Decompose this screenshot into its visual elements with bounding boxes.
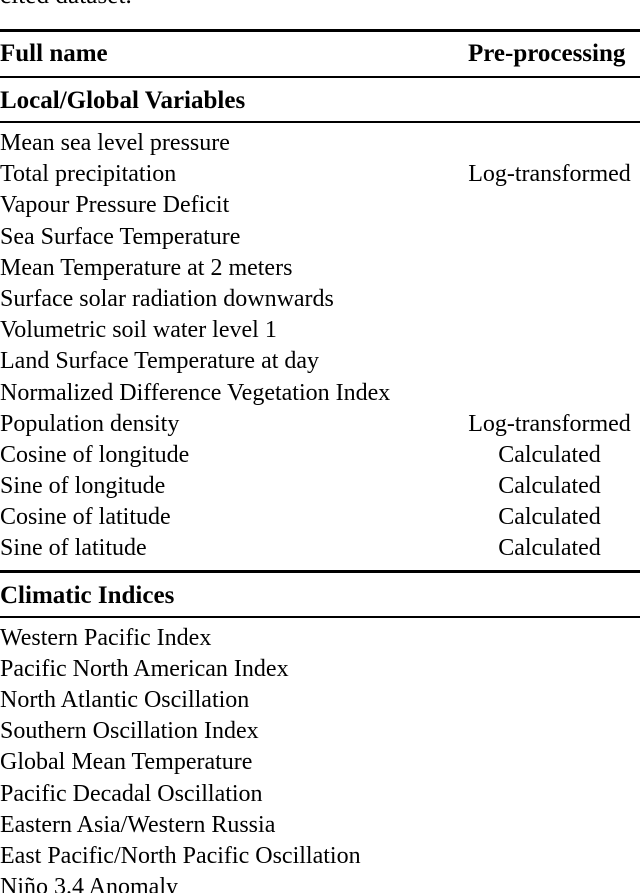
table-row: Pacific Decadal Oscillation (0, 779, 640, 810)
variable-name: Sine of longitude (0, 473, 166, 500)
table-row: Land Surface Temperature at day (0, 346, 640, 377)
table-row: Southern Oscillation Index (0, 716, 640, 747)
variable-name: Eastern Asia/Western Russia (0, 811, 276, 838)
variable-name: Cosine of longitude (0, 441, 190, 468)
section-heading-label: Climatic Indices (0, 581, 175, 609)
table-row: Sine of latitude Calculated (0, 533, 640, 564)
variable-name: Total precipitation (0, 161, 177, 188)
variable-name: Pacific Decadal Oscillation (0, 780, 263, 807)
variable-name: Cosine of latitude (0, 504, 171, 531)
variable-name: Sea Surface Temperature (0, 223, 241, 250)
variable-preprocessing: Log-transformed (468, 161, 631, 188)
clipped-text-line: cited dataset. (0, 0, 640, 9)
variable-name: Land Surface Temperature at day (0, 348, 320, 375)
variable-name: Pacific North American Index (0, 655, 289, 682)
section-body-climatic-indices: Western Pacific Index Pacific North Amer… (0, 618, 640, 893)
variable-name: Mean sea level pressure (0, 130, 230, 156)
variable-name: Global Mean Temperature (0, 749, 253, 776)
table-row: Surface solar radiation downwards (0, 284, 640, 315)
table-row: Volumetric soil water level 1 (0, 315, 640, 346)
table-row: Vapour Pressure Deficit (0, 190, 640, 221)
variable-name: Vapour Pressure Deficit (0, 192, 230, 219)
variables-table: Full name Pre-processing Local/Global Va… (0, 29, 640, 893)
variable-preprocessing: Calculated (498, 535, 601, 562)
table-row: Niño 3.4 Anomaly (0, 872, 640, 893)
table-row: Normalized Difference Vegetation Index (0, 378, 640, 409)
table-row: Cosine of latitude Calculated (0, 502, 640, 533)
variable-name: Mean Temperature at 2 meters (0, 254, 293, 281)
table-row: Mean Temperature at 2 meters (0, 253, 640, 284)
column-header-full-name: Full name (0, 40, 108, 67)
table-row: Total precipitation Log-transformed (0, 159, 640, 190)
table-row: Global Mean Temperature (0, 747, 640, 778)
column-header-pre-processing: Pre-processing (468, 40, 626, 67)
table-row: Population density Log-transformed (0, 409, 640, 440)
table-row: Eastern Asia/Western Russia (0, 810, 640, 841)
clipped-paragraph-text: cited dataset. (0, 0, 640, 9)
variable-name: Sine of latitude (0, 535, 147, 562)
variable-preprocessing: Calculated (498, 473, 601, 500)
table-row: Mean sea level pressure (0, 128, 640, 159)
variable-preprocessing: Calculated (498, 441, 601, 468)
variable-name: Population density (0, 410, 180, 437)
paper-page: cited dataset. Full name Pre-processing … (0, 0, 640, 893)
variable-name: North Atlantic Oscillation (0, 687, 250, 713)
variable-name: Western Pacific Index (0, 624, 212, 651)
variable-name: East Pacific/North Pacific Oscillation (0, 842, 361, 869)
section-heading-row-climatic-indices: Climatic Indices (0, 576, 640, 616)
variable-preprocessing: Calculated (498, 504, 601, 531)
table-header-row: Full name Pre-processing (0, 32, 640, 76)
table-row: North Atlantic Oscillation (0, 685, 640, 716)
table-row: Pacific North American Index (0, 654, 640, 685)
table-row: Sine of longitude Calculated (0, 471, 640, 502)
table-row: East Pacific/North Pacific Oscillation (0, 841, 640, 872)
variable-name: Volumetric soil water level 1 (0, 317, 277, 344)
variable-name: Surface solar radiation downwards (0, 285, 334, 312)
variable-preprocessing: Log-transformed (468, 410, 631, 437)
variable-name: Southern Oscillation Index (0, 718, 259, 745)
table-row: Western Pacific Index (0, 623, 640, 654)
variable-name: Niño 3.4 Anomaly (0, 874, 178, 893)
section-heading-row-local-global-variables: Local/Global Variables (0, 81, 640, 121)
table-row: Sea Surface Temperature (0, 222, 640, 253)
variable-name: Normalized Difference Vegetation Index (0, 379, 391, 406)
section-body-local-global-variables: Mean sea level pressure Total precipitat… (0, 123, 640, 565)
section-heading-label: Local/Global Variables (0, 87, 246, 114)
table-row: Cosine of longitude Calculated (0, 440, 640, 471)
